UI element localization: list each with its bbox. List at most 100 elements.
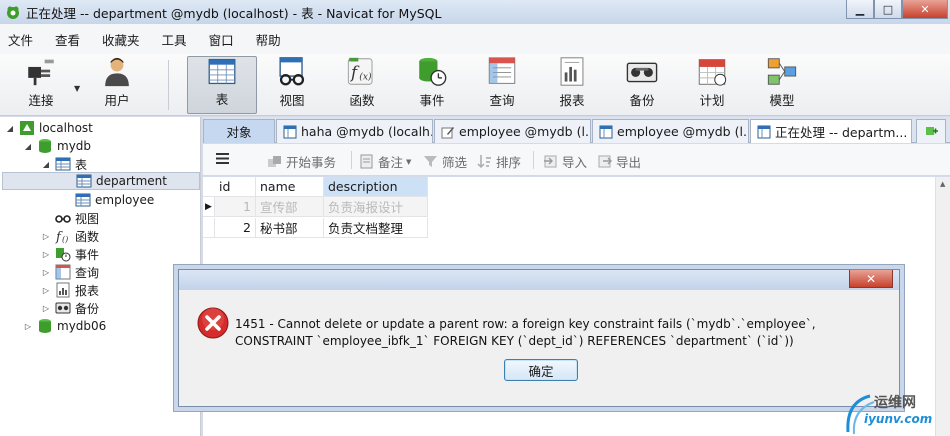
menu-favorites[interactable]: 收藏夹 [102,30,140,49]
tree-node-department[interactable]: department [2,172,200,190]
chevron-down-icon[interactable]: ▼ [74,84,80,93]
tree-label: employee [95,193,155,207]
tree-label: mydb06 [57,319,107,333]
minimize-button[interactable]: ▁ [846,0,874,19]
backup-icon [55,300,71,316]
cell-id[interactable]: 2 [215,218,256,238]
design-table-icon [441,126,454,138]
menu-file[interactable]: 文件 [8,30,33,49]
tree-label: 查询 [75,265,100,280]
tree-node-localhost[interactable]: ◢ localhost [4,119,93,137]
backup-button[interactable]: 备份 [609,56,675,114]
schedule-button[interactable]: 计划 [679,56,745,114]
tab-department-active[interactable]: 正在处理 -- departm... [750,119,912,143]
report-icon [55,282,71,298]
note-button[interactable]: 备注 ▼ [359,152,411,171]
sort-button[interactable]: 排序 [477,152,521,171]
filter-button[interactable]: 筛选 [423,152,467,171]
note-icon [360,154,373,169]
plug-icon [28,59,54,86]
cell-description[interactable]: 负责海报设计 [324,197,428,217]
tree-label: mydb [57,139,92,153]
cell-name[interactable]: 秘书部 [256,218,324,238]
tree-node-mydb06[interactable]: ▷ mydb06 [22,317,106,335]
maximize-button[interactable]: □ [874,0,902,19]
connect-button[interactable]: 连接 [8,56,74,114]
collapsed-arrow-icon[interactable]: ▷ [40,232,52,241]
expanded-arrow-icon[interactable]: ◢ [4,124,16,133]
menu-tools[interactable]: 工具 [162,30,187,49]
menu-hamburger-icon[interactable] [215,151,234,166]
user-button[interactable]: 用户 [84,56,150,114]
cell-name[interactable]: 宣传部 [256,197,324,217]
collapsed-arrow-icon[interactable]: ▷ [40,250,52,259]
tab-employee-design[interactable]: employee @mydb (l... [434,119,591,143]
menu-window[interactable]: 窗口 [209,30,234,49]
close-window-button[interactable]: ✕ [902,0,948,19]
cell-description[interactable]: 负责文档整理 [324,218,428,238]
tree-label: department [96,174,167,188]
new-tab-button[interactable] [916,119,946,143]
expanded-arrow-icon[interactable]: ◢ [22,142,34,151]
table-icon [757,125,771,138]
tab-bar: 对象 haha @mydb (localh... employee @mydb … [203,117,950,143]
tree-node-mydb[interactable]: ◢ mydb [22,137,91,155]
collapsed-arrow-icon[interactable]: ▷ [22,322,34,331]
tree-node-tables[interactable]: ◢ 表 [40,155,87,173]
begin-transaction-button[interactable]: 开始事务 [267,152,336,171]
view-label: 视图 [279,93,305,108]
tab-label: employee @mydb (l... [617,124,749,139]
svg-text:(): () [62,235,68,244]
tree-node-backups[interactable]: ▷ 备份 [40,299,99,317]
calendar-icon [698,59,727,86]
title-bar: 正在处理 -- department @mydb (localhost) - 表… [0,0,950,24]
import-button[interactable]: 导入 [543,152,587,171]
expanded-arrow-icon[interactable]: ◢ [40,160,52,169]
table-icon [75,192,91,208]
begin-transaction-label: 开始事务 [286,155,337,170]
column-header-id[interactable]: id [215,177,256,197]
row-header [203,218,215,238]
function-icon: f (x) [347,57,373,85]
tab-objects[interactable]: 对象 [203,119,275,143]
connect-label: 连接 [28,93,54,108]
tree-node-employee[interactable]: employee [72,191,154,209]
tree-node-events[interactable]: ▷ 事件 [40,245,99,263]
error-message: 1451 - Cannot delete or update a parent … [235,317,816,348]
query-button[interactable]: 查询 [469,56,535,114]
dialog-close-button[interactable]: ✕ [849,270,893,288]
filter-icon [424,156,437,167]
collapsed-arrow-icon[interactable]: ▷ [40,304,52,313]
tree-node-queries[interactable]: ▷ 查询 [40,263,99,281]
sort-icon [477,155,491,169]
tree-node-reports[interactable]: ▷ 报表 [40,281,99,299]
database-icon [37,318,53,334]
ok-button[interactable]: 确定 [504,359,578,381]
query-icon [488,57,516,84]
table-label: 表 [215,92,229,107]
column-header-name[interactable]: name [256,177,324,197]
menu-help[interactable]: 帮助 [256,30,281,49]
event-button[interactable]: 事件 [399,56,465,114]
table-icon [76,173,92,189]
model-button[interactable]: 模型 [749,56,815,114]
tab-employee-data[interactable]: employee @mydb (l... [592,119,749,143]
row-header-corner [203,177,215,197]
menu-view[interactable]: 查看 [55,30,80,49]
tab-haha[interactable]: haha @mydb (localh... [276,119,433,143]
export-button[interactable]: 导出 [597,152,641,171]
function-button[interactable]: f (x) 函数 [329,56,395,114]
view-button[interactable]: 视图 [259,56,325,114]
svg-text:(x): (x) [359,72,372,83]
collapsed-arrow-icon[interactable]: ▷ [40,268,52,277]
column-header-description[interactable]: description [324,177,428,197]
report-button[interactable]: 报表 [539,56,605,114]
table-button[interactable]: 表 [187,56,257,114]
tree-node-views[interactable]: 视图 [52,209,99,227]
event-icon [55,246,71,262]
tree-node-functions[interactable]: ▷ f() 函数 [40,227,99,245]
scroll-up-icon[interactable]: ▲ [940,180,945,188]
query-label: 查询 [489,93,515,108]
collapsed-arrow-icon[interactable]: ▷ [40,286,52,295]
cell-id[interactable]: 1 [215,197,256,217]
